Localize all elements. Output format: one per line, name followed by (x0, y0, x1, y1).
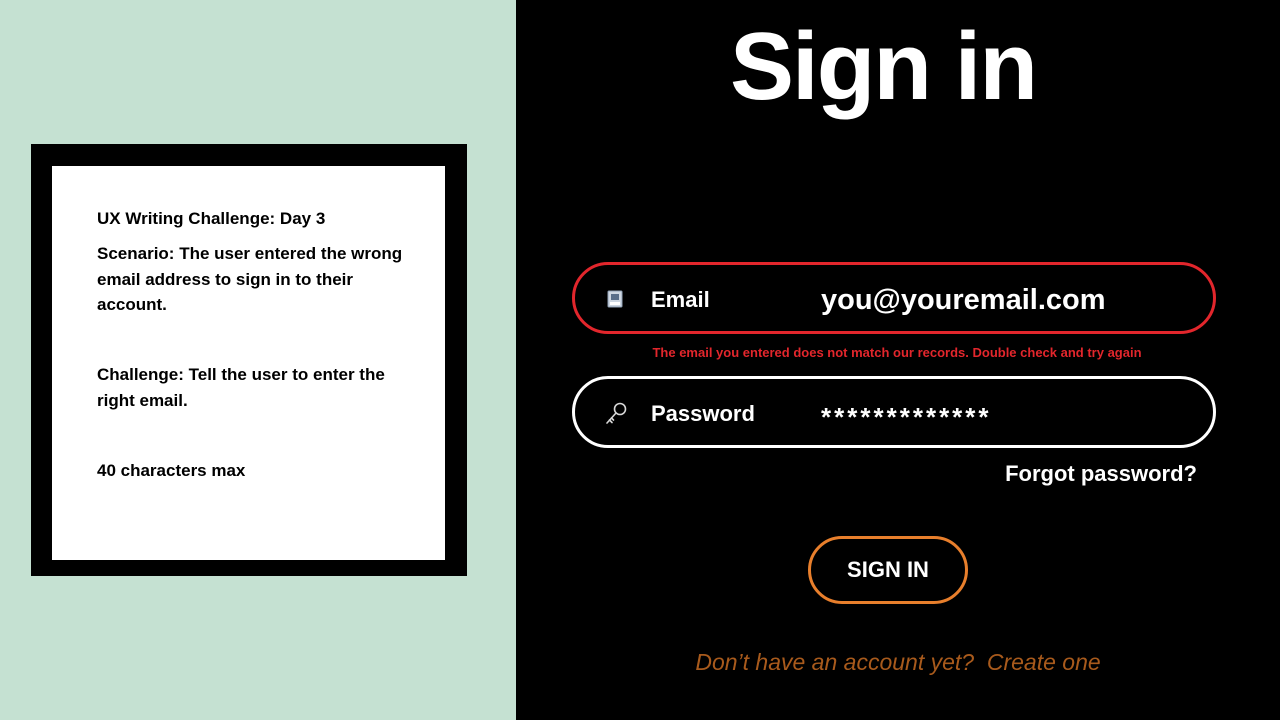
envelope-icon (603, 287, 627, 311)
challenge-title: UX Writing Challenge: Day 3 (97, 209, 326, 228)
email-error-message: The email you entered does not match our… (652, 345, 1142, 360)
password-label: Password (651, 401, 755, 426)
create-account-link[interactable]: Create one (987, 649, 1101, 675)
challenge-panel: UX Writing Challenge: Day 3 Scenario: Th… (0, 0, 516, 720)
password-field[interactable]: Password ************* (572, 376, 1216, 448)
page-title: Sign in (730, 13, 1038, 120)
footer-prompt-text: Don’t have an account yet? (695, 649, 975, 675)
challenge-task: Challenge: Tell the user to enter the ri… (97, 365, 385, 410)
challenge-limit: 40 characters max (97, 461, 246, 480)
signin-panel: Sign in Email you@youremail.com The emai… (516, 0, 1280, 720)
forgot-password-link[interactable]: Forgot password? (1005, 460, 1197, 488)
challenge-card: UX Writing Challenge: Day 3 Scenario: Th… (52, 166, 445, 560)
sign-in-button[interactable]: SIGN IN (808, 536, 968, 604)
email-label: Email (651, 287, 710, 312)
email-field[interactable]: Email you@youremail.com (572, 262, 1216, 334)
key-icon (603, 401, 627, 425)
email-value[interactable]: you@youremail.com (821, 283, 1106, 317)
create-account-prompt: Don’t have an account yet? Create one (516, 647, 1280, 677)
challenge-card-frame: UX Writing Challenge: Day 3 Scenario: Th… (31, 144, 467, 576)
password-value[interactable]: ************* (821, 400, 992, 434)
challenge-scenario: Scenario: The user entered the wrong ema… (97, 244, 403, 314)
